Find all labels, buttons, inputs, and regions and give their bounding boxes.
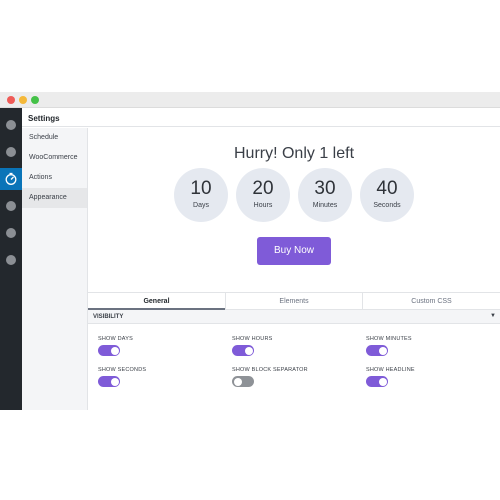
countdown-headline: Hurry! Only 1 left <box>233 145 355 162</box>
sidebar-menu-item-timer[interactable] <box>0 168 22 190</box>
option-show-headline: SHOW HEADLINE <box>366 367 486 387</box>
menu-dot-icon <box>6 228 16 238</box>
timer-icon <box>5 172 17 185</box>
toggle-knob <box>110 346 119 355</box>
show-block-separator-toggle[interactable] <box>232 376 254 387</box>
toggle-knob <box>378 377 387 386</box>
option-show-block-separator: SHOW BLOCK SEPARATOR <box>232 367 352 387</box>
countdown-block-seconds: 40 Seconds <box>360 168 414 222</box>
option-label: SHOW HEADLINE <box>366 367 415 373</box>
visibility-section-title: VISIBILITY <box>93 314 124 320</box>
submenu-item-appearance[interactable]: Appearance <box>22 188 87 208</box>
toggle-knob <box>110 377 119 386</box>
toggle-knob <box>378 346 387 355</box>
option-label: SHOW HOURS <box>232 336 273 342</box>
menu-dot-icon <box>6 120 16 130</box>
option-show-hours: SHOW HOURS <box>232 336 352 356</box>
main-panel: Hurry! Only 1 left 10 Days 20 Hours 30 M… <box>88 128 500 410</box>
menu-dot-icon <box>6 147 16 157</box>
option-label: SHOW BLOCK SEPARATOR <box>232 367 308 373</box>
submenu-item-actions[interactable]: Actions <box>22 168 87 188</box>
countdown-value: 10 <box>190 178 212 199</box>
settings-tabs: General Elements Custom CSS <box>88 292 500 310</box>
option-show-seconds: SHOW SECONDS <box>98 367 218 387</box>
sidebar-menu-item[interactable] <box>0 249 22 271</box>
menu-dot-icon <box>6 255 16 265</box>
sidebar-menu-item[interactable] <box>0 114 22 136</box>
toggle-knob <box>233 377 242 386</box>
toggle-knob <box>244 346 253 355</box>
zoom-window-button[interactable] <box>31 96 39 104</box>
admin-sidebar <box>0 108 22 410</box>
countdown-value: 20 <box>252 178 274 199</box>
show-hours-toggle[interactable] <box>232 345 254 356</box>
countdown-block-days: 10 Days <box>174 168 228 222</box>
option-label: SHOW SECONDS <box>98 367 147 373</box>
title-bar <box>0 92 500 108</box>
caret-down-icon: ▼ <box>490 313 496 319</box>
sidebar-menu-item[interactable] <box>0 141 22 163</box>
settings-submenu: Schedule WooCommerce Actions Appearance <box>22 128 88 410</box>
countdown-label: Minutes <box>312 202 338 209</box>
show-days-toggle[interactable] <box>98 345 120 356</box>
countdown-value: 30 <box>314 178 336 199</box>
sidebar-menu-item[interactable] <box>0 195 22 217</box>
countdown-timer: 10 Days 20 Hours 30 Minutes 40 Seconds <box>174 168 414 222</box>
tab-general[interactable]: General <box>88 293 225 310</box>
submenu-item-woocommerce[interactable]: WooCommerce <box>22 148 87 168</box>
submenu-item-schedule[interactable]: Schedule <box>22 128 87 148</box>
show-minutes-toggle[interactable] <box>366 345 388 356</box>
visibility-section-header[interactable]: VISIBILITY ▼ <box>88 310 500 324</box>
countdown-block-hours: 20 Hours <box>236 168 290 222</box>
option-show-minutes: SHOW MINUTES <box>366 336 486 356</box>
app-window: Settings Schedule WooCommerce Actions Ap… <box>0 92 500 410</box>
countdown-label: Hours <box>253 202 273 209</box>
tab-elements[interactable]: Elements <box>225 293 362 310</box>
countdown-label: Days <box>193 202 209 209</box>
show-headline-toggle[interactable] <box>366 376 388 387</box>
close-window-button[interactable] <box>7 96 15 104</box>
settings-title: Settings <box>22 108 500 127</box>
show-seconds-toggle[interactable] <box>98 376 120 387</box>
minimize-window-button[interactable] <box>19 96 27 104</box>
buy-now-button[interactable]: Buy Now <box>257 237 331 265</box>
option-label: SHOW MINUTES <box>366 336 412 342</box>
sidebar-menu-item[interactable] <box>0 222 22 244</box>
option-show-days: SHOW DAYS <box>98 336 218 356</box>
countdown-block-minutes: 30 Minutes <box>298 168 352 222</box>
option-label: SHOW DAYS <box>98 336 134 342</box>
countdown-value: 40 <box>376 178 398 199</box>
menu-dot-icon <box>6 201 16 211</box>
app-body: Settings Schedule WooCommerce Actions Ap… <box>0 108 500 410</box>
countdown-label: Seconds <box>373 202 401 209</box>
tab-custom-css[interactable]: Custom CSS <box>362 293 500 310</box>
